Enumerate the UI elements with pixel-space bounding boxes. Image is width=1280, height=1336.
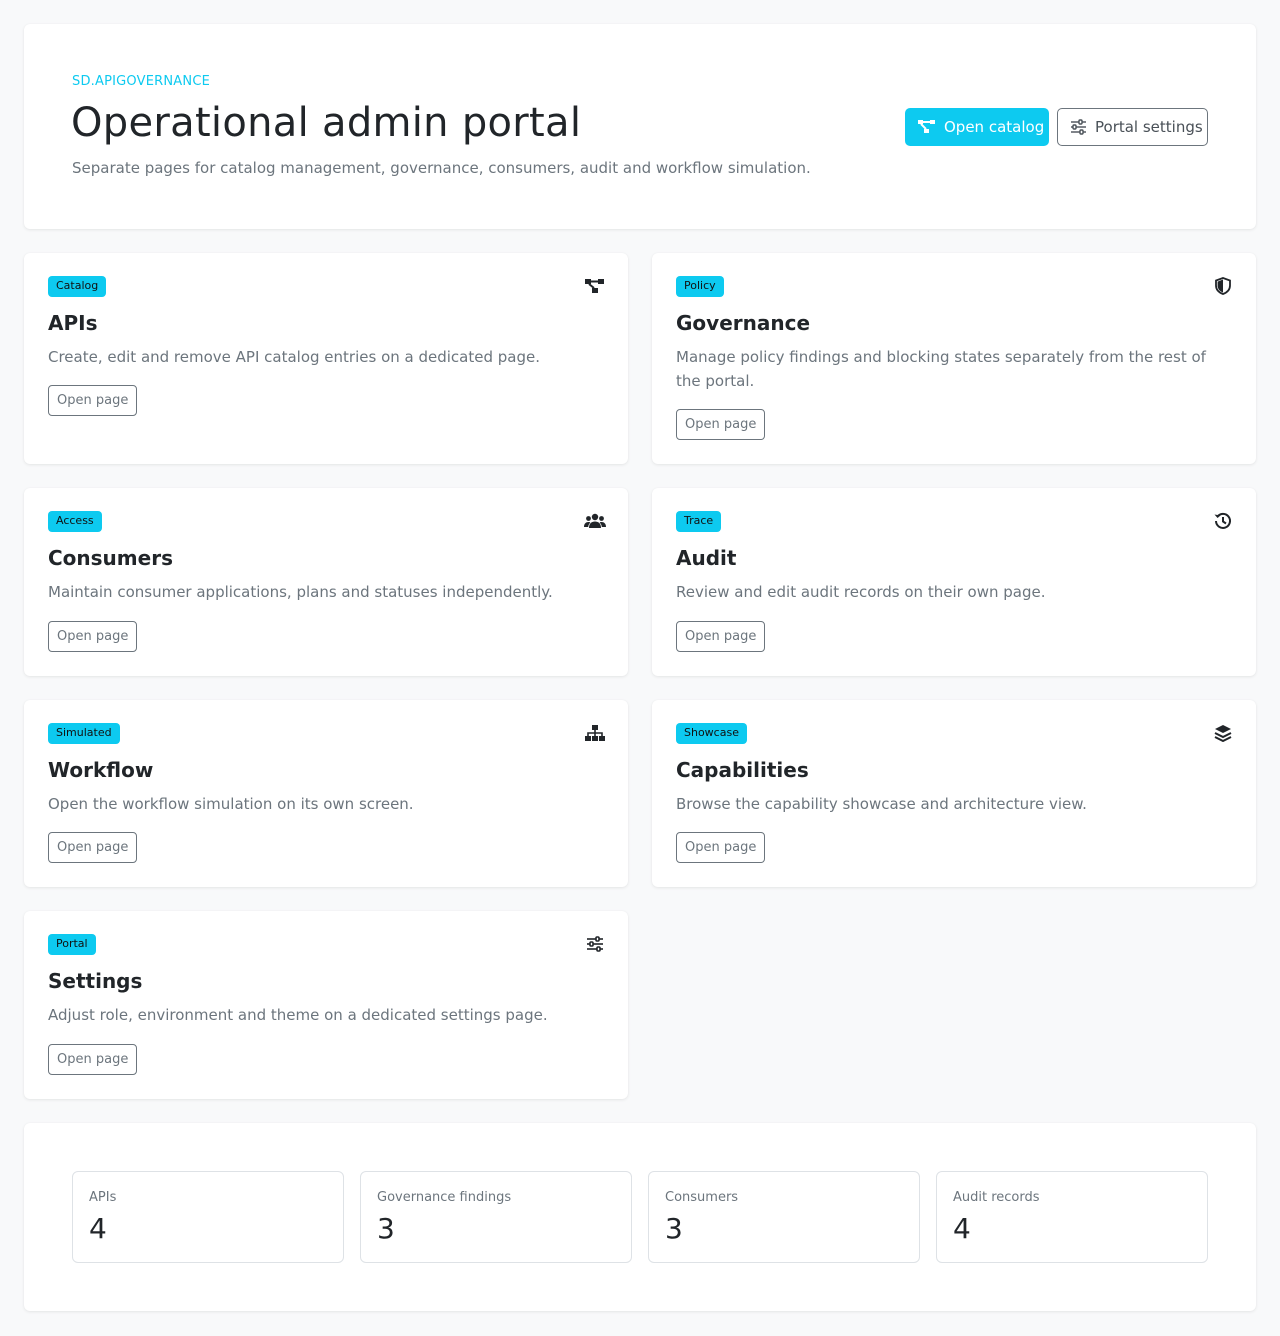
- diagram-icon: [918, 120, 935, 133]
- sliders-icon: [1071, 119, 1086, 135]
- card-badge: Policy: [676, 276, 724, 297]
- portal-settings-label: Portal settings: [1095, 118, 1203, 136]
- page-subtitle: Separate pages for catalog management, g…: [72, 159, 811, 177]
- card-title: APIs: [48, 311, 98, 335]
- card-description: Maintain consumer applications, plans an…: [48, 583, 553, 601]
- open-page-button[interactable]: Open page: [676, 409, 766, 440]
- card-title: Audit: [676, 546, 737, 570]
- card-badge: Simulated: [48, 723, 120, 744]
- hierarchy-icon: [584, 723, 606, 743]
- stats-panel: APIs 4 Governance findings 3 Consumers 3…: [24, 1123, 1256, 1311]
- card-title: Settings: [48, 969, 143, 993]
- card-badge: Access: [48, 511, 102, 532]
- open-page-button[interactable]: Open page: [676, 621, 766, 652]
- sliders-icon: [584, 934, 606, 954]
- stat-value: 3: [665, 1212, 683, 1245]
- card-description: Open the workflow simulation on its own …: [48, 795, 414, 813]
- card-description: Review and edit audit records on their o…: [676, 583, 1046, 601]
- stat-label: Audit records: [953, 1190, 1040, 1205]
- history-icon: [1212, 511, 1234, 531]
- card-audit: Trace Audit Review and edit audit record…: [652, 488, 1256, 676]
- stat-label: Consumers: [665, 1190, 739, 1205]
- open-page-button[interactable]: Open page: [676, 832, 766, 863]
- layers-icon: [1212, 723, 1234, 743]
- stat-value: 4: [89, 1212, 107, 1245]
- card-title: Governance: [676, 311, 811, 335]
- card-workflow: Simulated Workflow Open the workflow sim…: [24, 700, 628, 887]
- card-badge: Trace: [676, 511, 722, 532]
- app-eyebrow: SD.APIGOVERNANCE: [72, 74, 211, 89]
- open-page-button[interactable]: Open page: [48, 621, 138, 652]
- stat-label: APIs: [89, 1190, 117, 1205]
- card-settings: Portal Settings Adjust role, environment…: [24, 911, 628, 1099]
- portal-settings-button[interactable]: Portal settings: [1057, 108, 1208, 146]
- stat-card-governance-findings: Governance findings 3: [360, 1171, 632, 1263]
- card-consumers: Access Consumers Maintain consumer appli…: [24, 488, 628, 676]
- open-page-button[interactable]: Open page: [48, 1044, 138, 1075]
- stat-card-apis: APIs 4: [72, 1171, 344, 1263]
- open-page-button[interactable]: Open page: [48, 832, 138, 863]
- card-description: Manage policy findings and blocking stat…: [676, 348, 1206, 390]
- diagram-icon: [584, 276, 606, 296]
- stat-value: 3: [377, 1212, 395, 1245]
- shield-icon: [1212, 276, 1234, 296]
- open-catalog-button[interactable]: Open catalog: [905, 108, 1049, 146]
- card-badge: Portal: [48, 934, 96, 955]
- card-description: Adjust role, environment and theme on a …: [48, 1006, 548, 1024]
- stat-card-consumers: Consumers 3: [648, 1171, 920, 1263]
- card-badge: Catalog: [48, 276, 107, 297]
- card-apis: Catalog APIs Create, edit and remove API…: [24, 253, 628, 464]
- stat-card-audit-records: Audit records 4: [936, 1171, 1208, 1263]
- card-title: Capabilities: [676, 758, 809, 782]
- stat-label: Governance findings: [377, 1190, 512, 1205]
- page-title: Operational admin portal: [71, 100, 582, 146]
- hero-panel: SD.APIGOVERNANCE Operational admin porta…: [24, 24, 1256, 229]
- card-description: Create, edit and remove API catalog entr…: [48, 348, 540, 366]
- card-badge: Showcase: [676, 723, 747, 744]
- card-title: Consumers: [48, 546, 173, 570]
- card-title: Workflow: [48, 758, 154, 782]
- card-governance: Policy Governance Manage policy findings…: [652, 253, 1256, 464]
- open-catalog-label: Open catalog: [944, 118, 1045, 136]
- card-description: Browse the capability showcase and archi…: [676, 795, 1087, 813]
- people-icon: [584, 511, 606, 531]
- open-page-button[interactable]: Open page: [48, 385, 138, 416]
- stat-value: 4: [953, 1212, 971, 1245]
- card-capabilities: Showcase Capabilities Browse the capabil…: [652, 700, 1256, 887]
